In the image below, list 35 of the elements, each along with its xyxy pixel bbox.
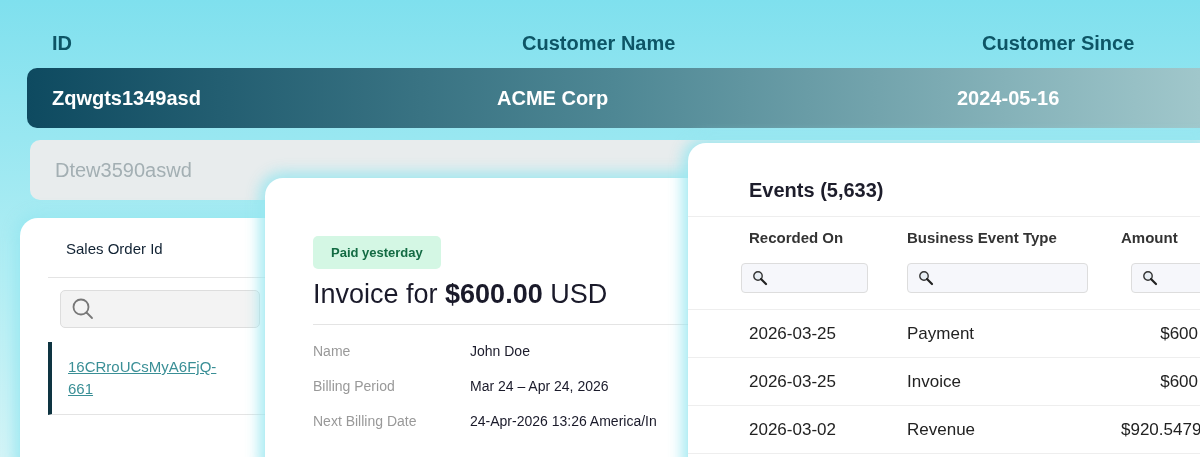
column-header: Customer Since	[982, 31, 1136, 55]
column-header: Customer Name	[522, 31, 677, 55]
filter-field[interactable]	[741, 263, 868, 293]
table-cell-text: Dtew3590aswd	[55, 158, 193, 182]
search-icon	[71, 297, 95, 321]
events-title: Events (5,633)	[688, 179, 1200, 217]
table-cell: 2026-03-02	[749, 419, 836, 439]
column-header: ID	[52, 31, 73, 55]
search-icon	[1142, 270, 1158, 286]
table-cell: 2026-03-25	[749, 371, 836, 391]
status-badge: Paid yesterday	[313, 236, 441, 269]
table-cell: Payment	[907, 323, 975, 343]
table-cell-text: ACME Corp	[497, 86, 610, 110]
field-value: 24-Apr-2026 13:26 America/In	[470, 412, 658, 429]
field-label: Next Billing Date	[313, 412, 418, 429]
table-cell-text: Zqwgts1349asd	[52, 86, 202, 110]
table-cell: Revenue	[907, 419, 976, 439]
field-value: Mar 24 – Apr 24, 2026	[470, 377, 610, 394]
search-icon	[752, 270, 768, 286]
table-cell: $600	[1160, 323, 1198, 343]
table-cell: 2026-03-25	[749, 323, 836, 343]
filter-field[interactable]	[907, 263, 1088, 293]
table-cell: $600	[1160, 371, 1198, 391]
field-value: John Doe	[470, 342, 531, 359]
table-cell: Invoice	[907, 371, 961, 391]
column-header: Amount	[1121, 227, 1179, 248]
field-label: Billing Period	[313, 377, 396, 394]
column-header: Business Event Type	[907, 227, 1058, 248]
table-cell: $920.5479	[1121, 419, 1200, 439]
table-cell-text: 2024-05-16	[957, 86, 1061, 110]
field-label: Name	[313, 342, 352, 359]
customer-row[interactable]: Zqwgts1349asd ACME Corp 2024-05-16	[27, 68, 1200, 128]
search-icon	[918, 270, 934, 286]
column-header: Recorded On	[749, 227, 845, 248]
search-field[interactable]	[60, 290, 260, 328]
